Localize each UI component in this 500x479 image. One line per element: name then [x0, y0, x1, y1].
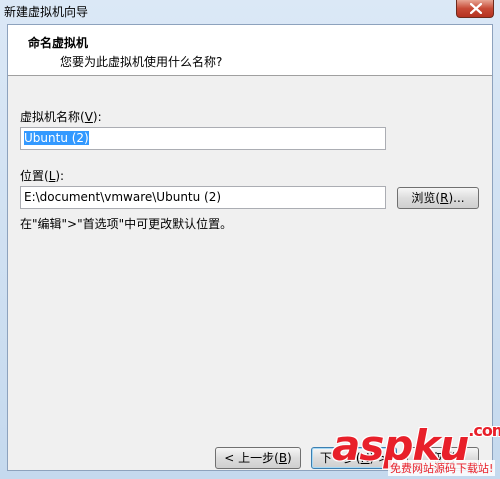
title-bar: 新建虚拟机向导 [0, 0, 500, 24]
back-button[interactable]: < 上一步(B) [215, 447, 301, 469]
location-label: 位置(L): [20, 169, 65, 183]
location-input[interactable]: E:\document\vmware\Ubuntu (2) [20, 186, 386, 209]
page-title: 命名虚拟机 [28, 36, 89, 50]
vm-name-value: Ubuntu (2) [24, 131, 89, 145]
wizard-body: 命名虚拟机 您要为此虚拟机使用什么名称? 虚拟机名称(V): Ubuntu (2… [7, 24, 493, 471]
wizard-header: 命名虚拟机 您要为此虚拟机使用什么名称? [8, 25, 492, 76]
location-value: E:\document\vmware\Ubuntu (2) [24, 190, 222, 204]
vm-name-label: 虚拟机名称(V): [20, 110, 102, 124]
close-button[interactable] [456, 0, 494, 18]
vm-name-input[interactable]: Ubuntu (2) [20, 127, 386, 150]
location-hint: 在"编辑">"首选项"中可更改默认位置。 [20, 217, 233, 231]
page-subtitle: 您要为此虚拟机使用什么名称? [60, 55, 223, 69]
watermark-tagline: 免费网站源码下载站! [388, 460, 496, 476]
wizard-window: 新建虚拟机向导 命名虚拟机 您要为此虚拟机使用什么名称? 虚拟机名称(V): U… [0, 0, 500, 479]
close-icon [470, 3, 482, 14]
browse-button[interactable]: 浏览(R)... [397, 187, 479, 209]
window-title: 新建虚拟机向导 [4, 5, 89, 19]
